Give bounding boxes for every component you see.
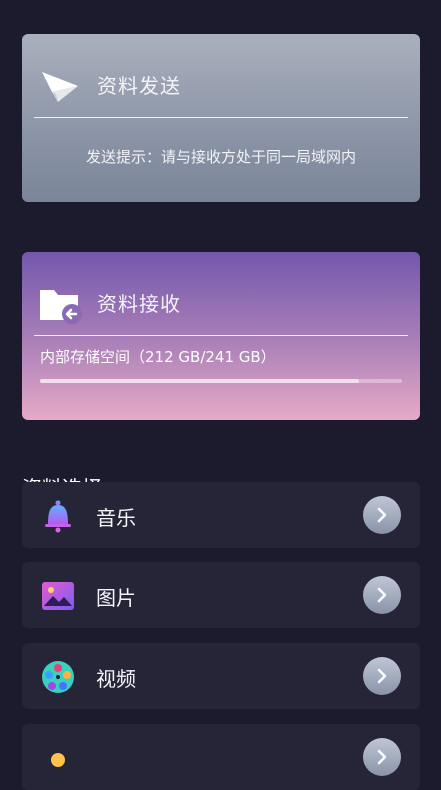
list-item-music[interactable]: 音乐 xyxy=(22,482,420,548)
receive-card-divider xyxy=(34,335,408,336)
receive-card-title: 资料接收 xyxy=(97,292,181,316)
send-card-divider xyxy=(34,117,408,118)
list-item-images[interactable]: 图片 xyxy=(22,562,420,628)
send-card[interactable]: 资料发送 发送提示：请与接收方处于同一局域网内 xyxy=(22,34,420,202)
list-item-label: 音乐 xyxy=(96,506,136,530)
receive-card[interactable]: 资料接收 内部存储空间（212 GB/241 GB） xyxy=(22,252,420,420)
send-card-title: 资料发送 xyxy=(97,74,181,98)
bulb-icon xyxy=(40,740,76,776)
chevron-right-icon[interactable] xyxy=(363,576,401,614)
image-icon xyxy=(40,578,76,614)
storage-bar xyxy=(40,379,402,383)
bell-icon xyxy=(40,498,76,534)
folder-receive-icon xyxy=(38,282,82,326)
chevron-right-icon[interactable] xyxy=(363,496,401,534)
list-item-videos[interactable]: 视频 xyxy=(22,643,420,709)
film-reel-icon xyxy=(40,659,76,695)
chevron-right-icon[interactable] xyxy=(363,657,401,695)
list-item-label: 视频 xyxy=(96,667,136,691)
send-hint: 发送提示：请与接收方处于同一局域网内 xyxy=(85,148,356,166)
storage-bar-fill xyxy=(40,379,359,383)
storage-text: 内部存储空间（212 GB/241 GB） xyxy=(40,348,276,366)
paper-plane-icon xyxy=(38,64,82,108)
list-item-label: 图片 xyxy=(96,586,136,610)
list-item-partial[interactable] xyxy=(22,724,420,790)
